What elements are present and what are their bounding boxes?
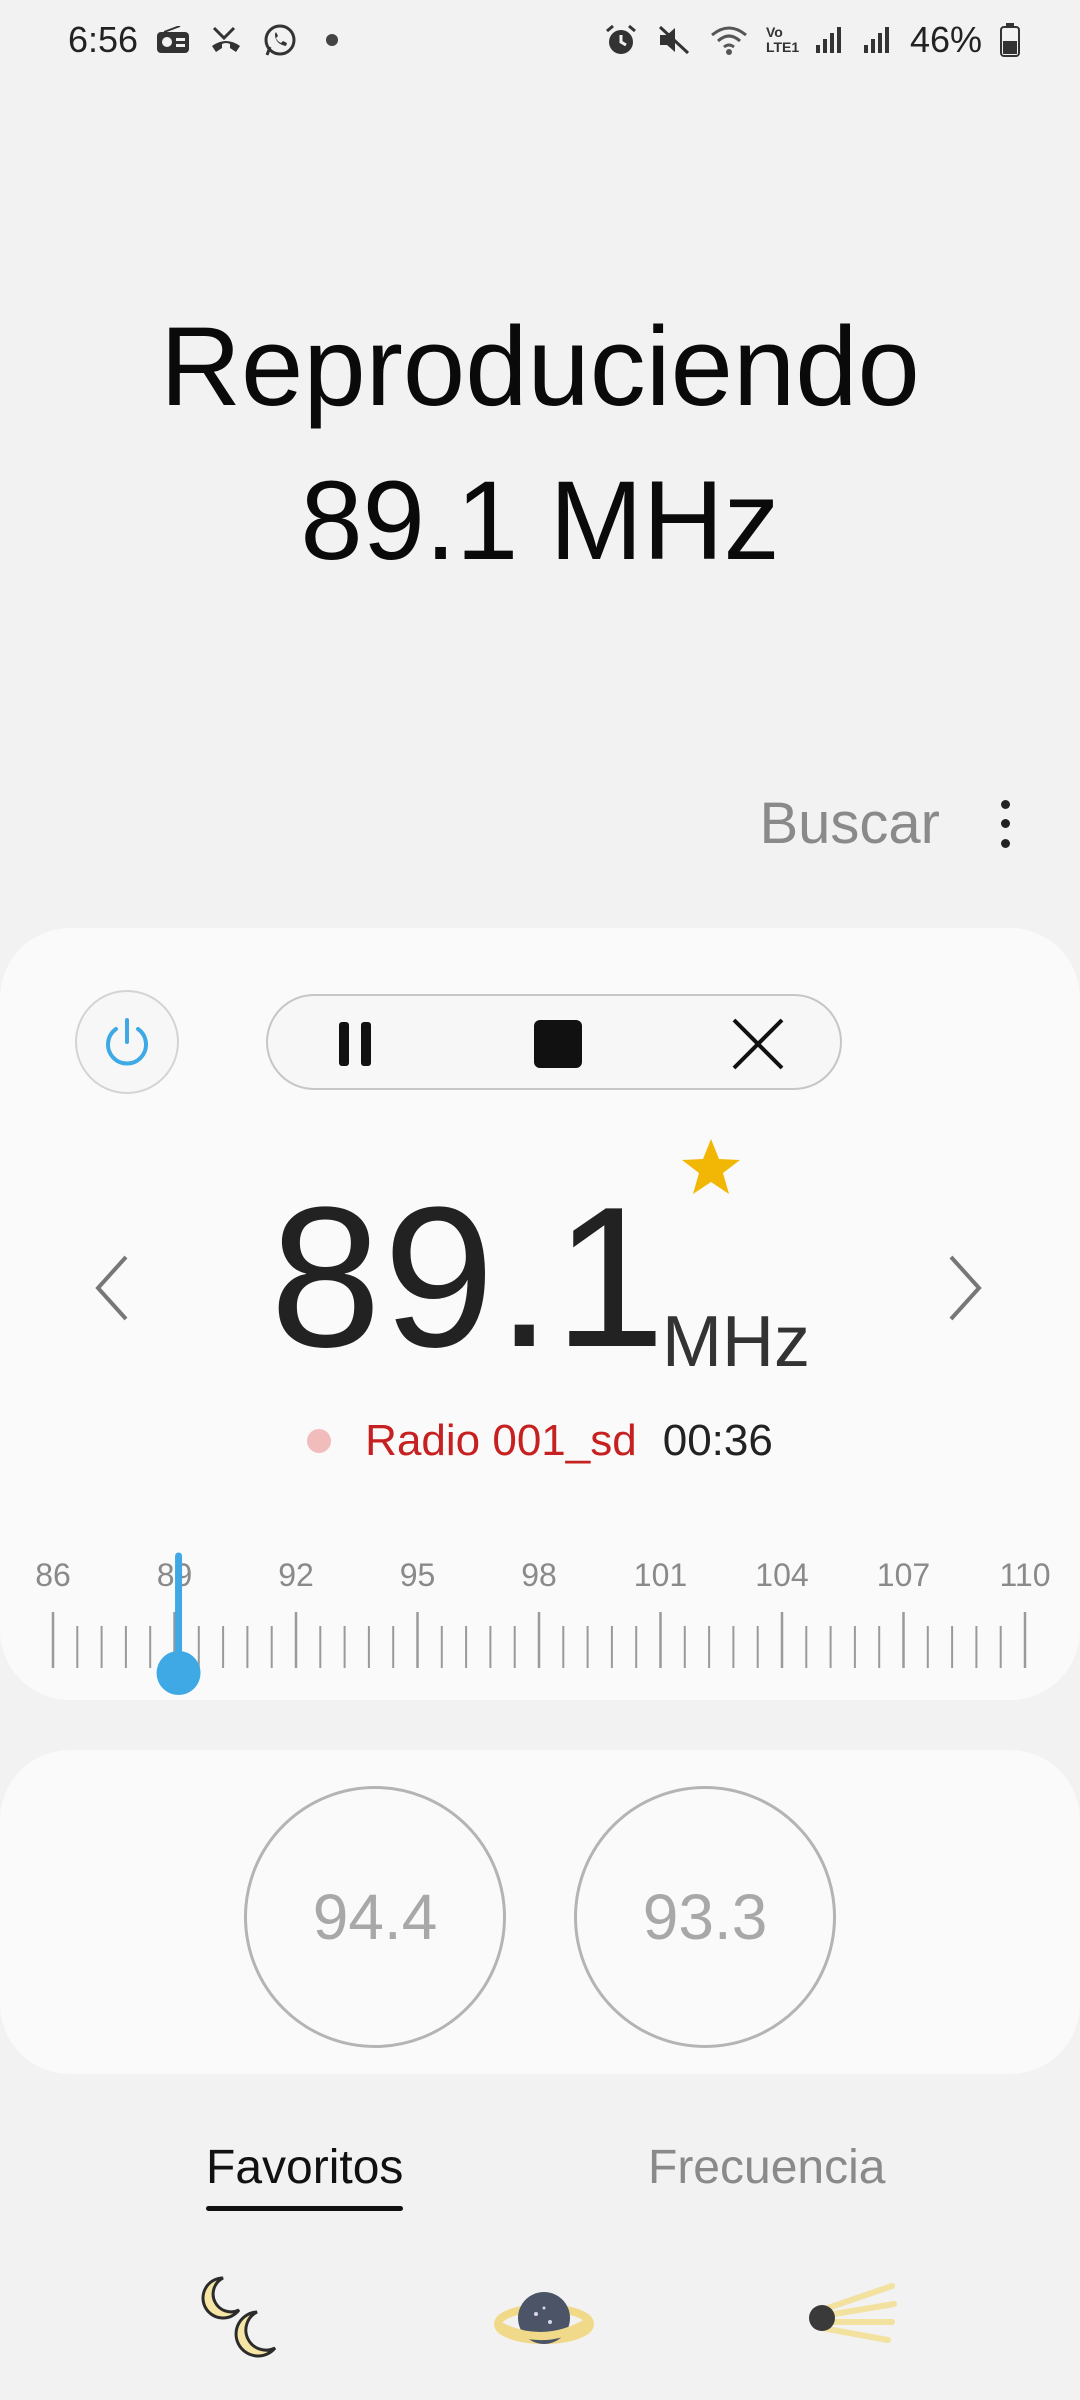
power-icon [106, 1018, 148, 1066]
status-right: Vo LTE1 46% [604, 19, 1020, 61]
playback-controls [266, 994, 842, 1090]
scale-label: 92 [278, 1557, 314, 1593]
comet-icon[interactable] [800, 2270, 900, 2370]
tab-frequency[interactable]: Frecuencia [648, 2140, 885, 2195]
battery-icon [1000, 23, 1020, 57]
top-actions: Buscar [759, 790, 1020, 857]
signal-icon-1 [814, 25, 844, 55]
preset-button[interactable]: 93.3 [574, 1786, 836, 2048]
favorites-card: 94.4 93.3 [0, 1750, 1080, 2074]
battery-percent: 46% [909, 19, 982, 60]
record-dot-icon [307, 1429, 332, 1453]
bottom-icons [0, 2270, 1080, 2370]
missed-call-icon [208, 24, 244, 56]
volte-label: Vo LTE1 [765, 24, 800, 55]
notification-dot [326, 34, 339, 46]
chevron-right-icon [949, 1255, 982, 1321]
status-time: 6:56 [68, 19, 139, 60]
scale-label: 101 [634, 1557, 687, 1593]
wifi-icon [710, 25, 748, 55]
favorite-star-icon[interactable] [678, 1135, 744, 1201]
now-playing-line-1: Reproduciendo [160, 304, 920, 429]
scale-label: 86 [35, 1557, 71, 1593]
tuner-card: 89.1 MHz Radio 001_sd 00:36 86 89 92 95 98 10… [0, 928, 1080, 1700]
stop-icon [534, 1020, 582, 1068]
tab-bar: Favoritos Frecuencia [0, 2130, 1080, 2211]
scale-label: 110 [999, 1557, 1050, 1593]
tab-favorites[interactable]: Favoritos [206, 2140, 404, 2211]
current-frequency: 89.1 [270, 1166, 668, 1389]
scale-label: 107 [877, 1557, 930, 1593]
stop-button[interactable] [508, 996, 608, 1092]
scale-label: 95 [400, 1557, 436, 1593]
scale-label: 98 [521, 1557, 557, 1593]
more-vertical-icon[interactable] [990, 794, 1020, 854]
now-playing-title: Reproduciendo 89.1 MHz [0, 290, 1080, 598]
station-info: Radio 001_sd 00:36 [0, 1416, 1080, 1466]
previous-station-button[interactable] [82, 1248, 142, 1328]
planet-icon[interactable] [494, 2270, 594, 2370]
frequency-scale[interactable]: 86 89 92 95 98 101 104 107 110 [0, 1488, 1080, 1698]
station-name: Radio 001_sd [365, 1416, 637, 1465]
next-station-button[interactable] [935, 1248, 995, 1328]
radio-icon [156, 26, 190, 54]
whatsapp-icon [262, 22, 298, 58]
power-button[interactable] [75, 990, 179, 1094]
scale-label: 89 [157, 1557, 193, 1593]
search-button[interactable]: Buscar [759, 790, 940, 857]
mute-icon [656, 23, 692, 57]
alarm-icon [604, 23, 638, 57]
signal-icon-2 [862, 25, 892, 55]
tuning-handle[interactable] [156, 1651, 201, 1695]
frequency-unit: MHz [662, 1302, 810, 1382]
pause-icon [339, 1022, 371, 1066]
chevron-left-icon [95, 1255, 128, 1321]
close-icon [732, 1018, 784, 1070]
now-playing-line-2: 89.1 MHz [300, 458, 780, 583]
elapsed-time: 00:36 [662, 1416, 773, 1465]
scale-label: 104 [755, 1557, 808, 1593]
preset-button[interactable]: 94.4 [244, 1786, 506, 2048]
moon-icon[interactable] [195, 2270, 295, 2370]
pause-button[interactable] [306, 996, 406, 1092]
status-bar: 6:56 Vo LTE1 46% [0, 0, 1080, 80]
close-button[interactable] [708, 996, 808, 1092]
status-left: 6:56 [68, 19, 339, 61]
